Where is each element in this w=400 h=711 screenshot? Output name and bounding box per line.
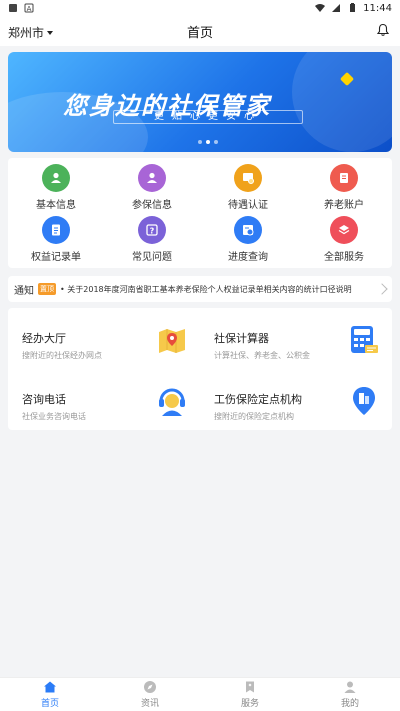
carousel-indicator	[198, 140, 218, 144]
menu-label: 全部服务	[324, 252, 364, 263]
carousel-dot[interactable]	[198, 140, 202, 144]
banner-subline: 更贴心更安心	[113, 110, 303, 124]
layers-icon	[330, 216, 358, 244]
certificate-icon	[234, 164, 262, 192]
caret-down-icon	[47, 30, 54, 35]
notice-bar[interactable]: 通知 置顶 • 关于2018年度河南省职工基本养老保险个人权益记录单相关内容的统…	[8, 276, 392, 302]
account-book-icon	[330, 164, 358, 192]
banner-decoration	[292, 52, 392, 152]
battery-icon	[350, 3, 356, 12]
tab-label: 我的	[340, 699, 359, 709]
menu-benefit-auth[interactable]: 待遇认证	[200, 164, 296, 216]
bookmark-icon	[246, 681, 254, 693]
headset-icon	[159, 388, 185, 416]
quick-menu: 基本信息 参保信息 待遇认证 养老账户 权益记录单 ? 常见问题 进度查询 全部…	[8, 158, 392, 268]
tab-profile[interactable]: 我的	[300, 678, 400, 711]
app-notification-icon-2: A	[24, 3, 34, 13]
chevron-right-icon[interactable]	[376, 283, 388, 295]
menu-label: 权益记录单	[31, 252, 81, 263]
city-selector[interactable]: 郑州市	[8, 24, 54, 41]
progress-icon	[234, 216, 262, 244]
tab-news[interactable]: 资讯	[100, 678, 200, 711]
notice-label: 通知	[14, 285, 34, 297]
calculator-icon	[351, 326, 378, 353]
user-card-icon	[42, 164, 70, 192]
menu-pension-account[interactable]: 养老账户	[296, 164, 392, 216]
map-pin-icon	[159, 329, 185, 353]
menu-rights-record[interactable]: 权益记录单	[8, 216, 104, 268]
home-icon	[44, 681, 56, 693]
city-label: 郑州市	[8, 26, 45, 40]
menu-faq[interactable]: ? 常见问题	[104, 216, 200, 268]
service-panel: 经办大厅 搜附近的社保经办网点 社保计算器 计算社保、养老金、公积金 咨询电话 …	[8, 308, 392, 430]
carousel-dot-active[interactable]	[206, 140, 210, 144]
service-injury-institution[interactable]: 工伤保险定点机构 搜附近的保险定点机构	[200, 369, 392, 430]
tab-label: 服务	[240, 699, 259, 709]
compass-icon	[144, 681, 156, 693]
pinned-badge: 置顶	[38, 283, 56, 295]
carousel-dot[interactable]	[214, 140, 218, 144]
building-pin-icon	[353, 387, 375, 415]
status-bar: A 11:44	[0, 0, 400, 16]
notice-text[interactable]: • 关于2018年度河南省职工基本养老保险个人权益记录单相关内容的统计口径说明	[60, 284, 374, 295]
tab-home[interactable]: 首页	[0, 678, 100, 711]
tab-services[interactable]: 服务	[200, 678, 300, 711]
menu-progress-query[interactable]: 进度查询	[200, 216, 296, 268]
menu-basic-info[interactable]: 基本信息	[8, 164, 104, 216]
menu-all-services[interactable]: 全部服务	[296, 216, 392, 268]
app-bar: 郑州市 首页	[0, 16, 400, 46]
service-calculator[interactable]: 社保计算器 计算社保、养老金、公积金	[200, 308, 392, 369]
menu-label: 进度查询	[228, 252, 268, 263]
bottom-tab-bar: 首页 资讯 服务 我的	[0, 677, 400, 711]
profile-icon	[344, 681, 356, 693]
tab-label: 首页	[40, 699, 59, 709]
document-icon	[42, 216, 70, 244]
app-notification-icon	[9, 4, 17, 12]
service-hotline[interactable]: 咨询电话 社保业务咨询电话	[8, 369, 200, 430]
bell-icon[interactable]	[376, 23, 390, 37]
svg-text:A: A	[27, 5, 32, 13]
wifi-icon	[315, 4, 326, 12]
menu-label: 常见问题	[132, 252, 172, 263]
tab-label: 资讯	[140, 699, 159, 709]
question-icon: ?	[138, 216, 166, 244]
page-title: 首页	[186, 25, 213, 41]
signal-icon	[332, 4, 341, 12]
menu-insurance-info[interactable]: 参保信息	[104, 164, 200, 216]
person-icon	[138, 164, 166, 192]
menu-label: 待遇认证	[228, 200, 268, 211]
menu-label: 基本信息	[36, 200, 76, 211]
svg-text:?: ?	[150, 227, 155, 236]
status-time: 11:44	[363, 2, 392, 14]
menu-label: 养老账户	[324, 200, 364, 211]
menu-label: 参保信息	[132, 200, 172, 211]
service-office-hall[interactable]: 经办大厅 搜附近的社保经办网点	[8, 308, 200, 369]
promo-banner[interactable]: 您身边的社保管家 更贴心更安心	[8, 52, 392, 152]
